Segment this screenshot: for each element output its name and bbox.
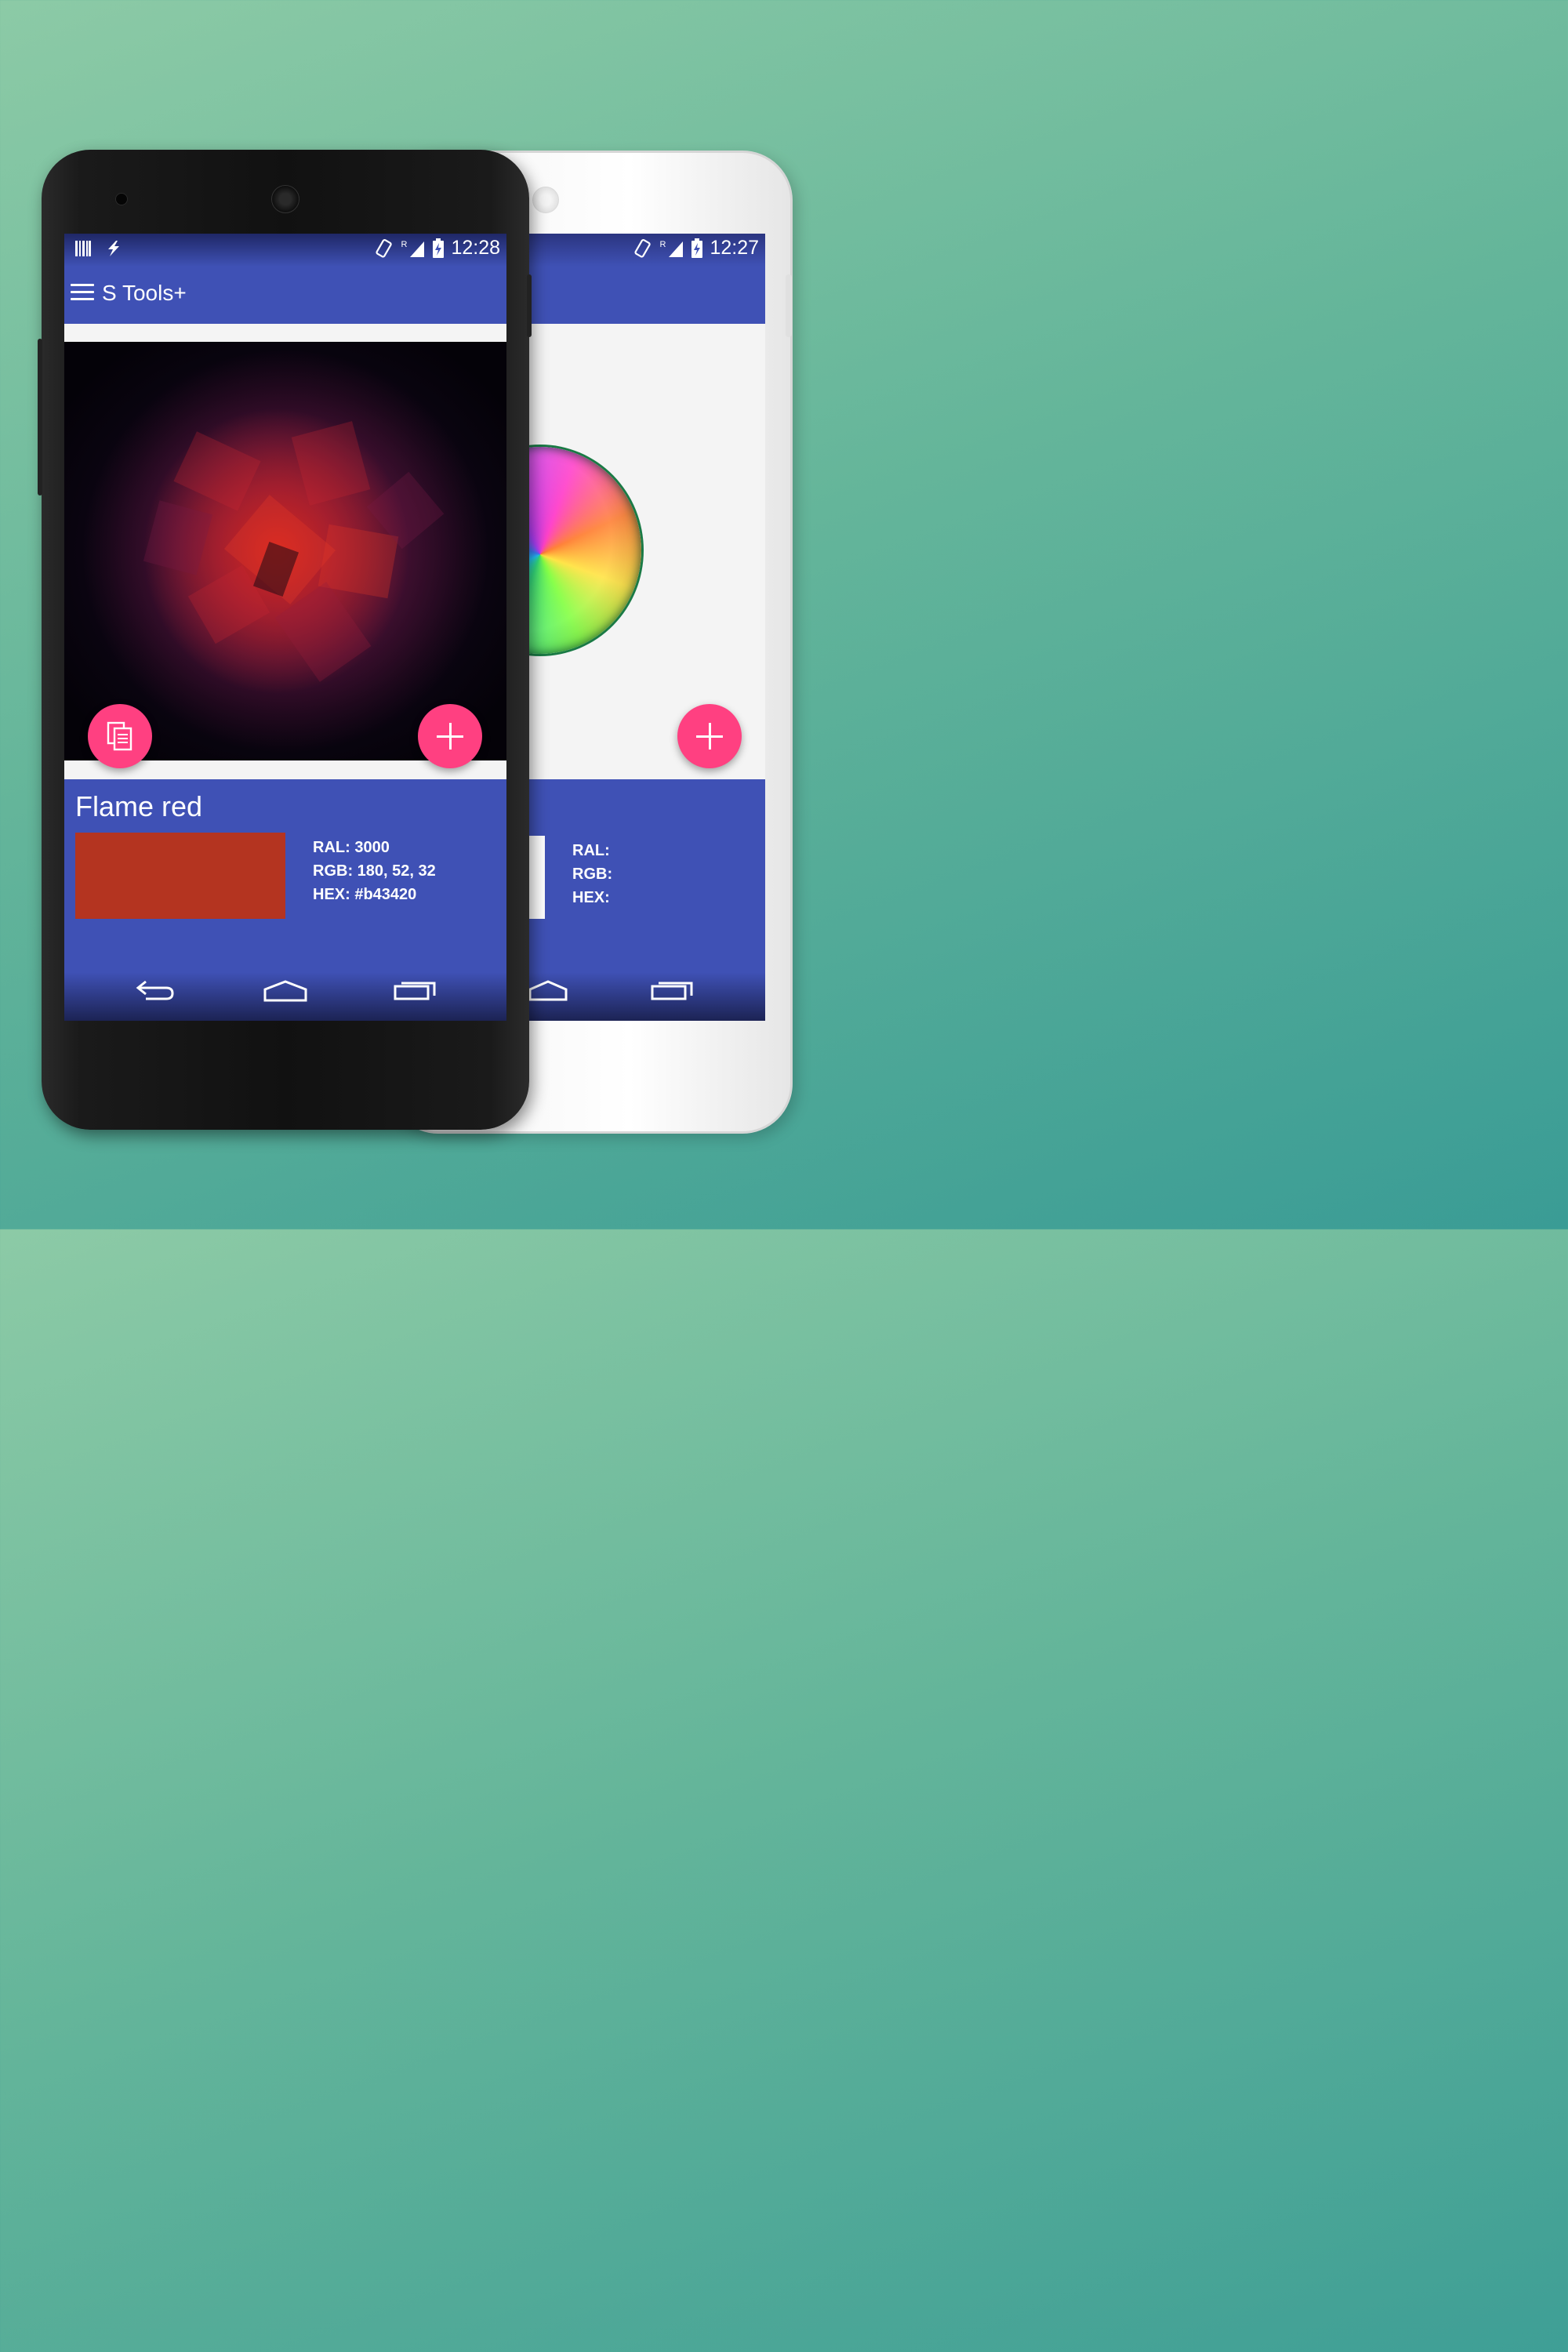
- color-swatch: [75, 833, 285, 919]
- screen-rotation-icon: [376, 238, 393, 258]
- app-title: S Tools+: [102, 281, 187, 305]
- black-phone-power-button: [527, 274, 532, 337]
- color-info: RAL: 3000 RGB: 180, 52, 32 HEX: #b43420: [313, 836, 436, 906]
- black-phone-volume-button: [38, 339, 42, 495]
- front-phone-screen: R 12:28 S Tools+ Flame red RAL: 3000 RGB…: [64, 234, 506, 1021]
- hamburger-menu-icon[interactable]: [71, 284, 94, 306]
- signal-icon: [410, 241, 425, 257]
- nav-recents-button[interactable]: [651, 978, 695, 1005]
- nav-home-button[interactable]: [263, 977, 307, 1007]
- color-name: Flame red: [75, 790, 203, 822]
- rgb-label: RGB:: [572, 866, 613, 883]
- signal-icon: [669, 241, 684, 257]
- battery-charging-icon: [691, 238, 703, 258]
- app-toolbar: S Tools+: [64, 267, 506, 324]
- roaming-indicator: R: [659, 240, 666, 249]
- ral-value: RAL: 3000: [313, 839, 390, 856]
- white-phone-speaker: [532, 187, 559, 213]
- flash-icon: [108, 241, 119, 256]
- flame-red-abstract-image: [64, 342, 506, 760]
- back-icon: [136, 980, 174, 1000]
- screen-rotation-icon: [634, 238, 652, 258]
- status-time: 12:28: [451, 237, 500, 259]
- nav-recents-button[interactable]: [394, 977, 437, 1007]
- hex-label: HEX:: [572, 889, 610, 906]
- recents-icon: [651, 982, 693, 1000]
- battery-charging-icon: [433, 238, 445, 258]
- front-camera: [115, 193, 128, 205]
- color-card: Flame red RAL: 3000 RGB: 180, 52, 32 HEX…: [64, 779, 506, 1021]
- nav-back-button[interactable]: [135, 977, 176, 1007]
- ral-label: RAL:: [572, 842, 610, 859]
- copy-color-button[interactable]: [88, 704, 152, 768]
- rgb-value: RGB: 180, 52, 32: [313, 862, 436, 880]
- plus-icon: [696, 723, 723, 750]
- earpiece-speaker: [271, 185, 299, 213]
- plus-icon: [437, 723, 463, 750]
- copy-icon: [107, 721, 132, 751]
- home-icon: [528, 980, 568, 1001]
- home-icon: [263, 980, 307, 1002]
- hex-value: HEX: #b43420: [313, 886, 417, 903]
- recents-icon: [394, 982, 436, 1000]
- navigation-bar: [64, 971, 506, 1021]
- add-color-button[interactable]: [418, 704, 482, 768]
- nav-home-button[interactable]: [528, 978, 568, 1005]
- roaming-indicator: R: [401, 240, 408, 249]
- status-bar: R 12:28: [64, 234, 506, 267]
- status-time: 12:27: [710, 237, 759, 259]
- add-color-button[interactable]: [677, 704, 742, 768]
- barcode-icon: [75, 241, 91, 256]
- white-phone-side-button: [786, 274, 792, 337]
- back-color-info: RAL: RGB: HEX:: [572, 839, 612, 909]
